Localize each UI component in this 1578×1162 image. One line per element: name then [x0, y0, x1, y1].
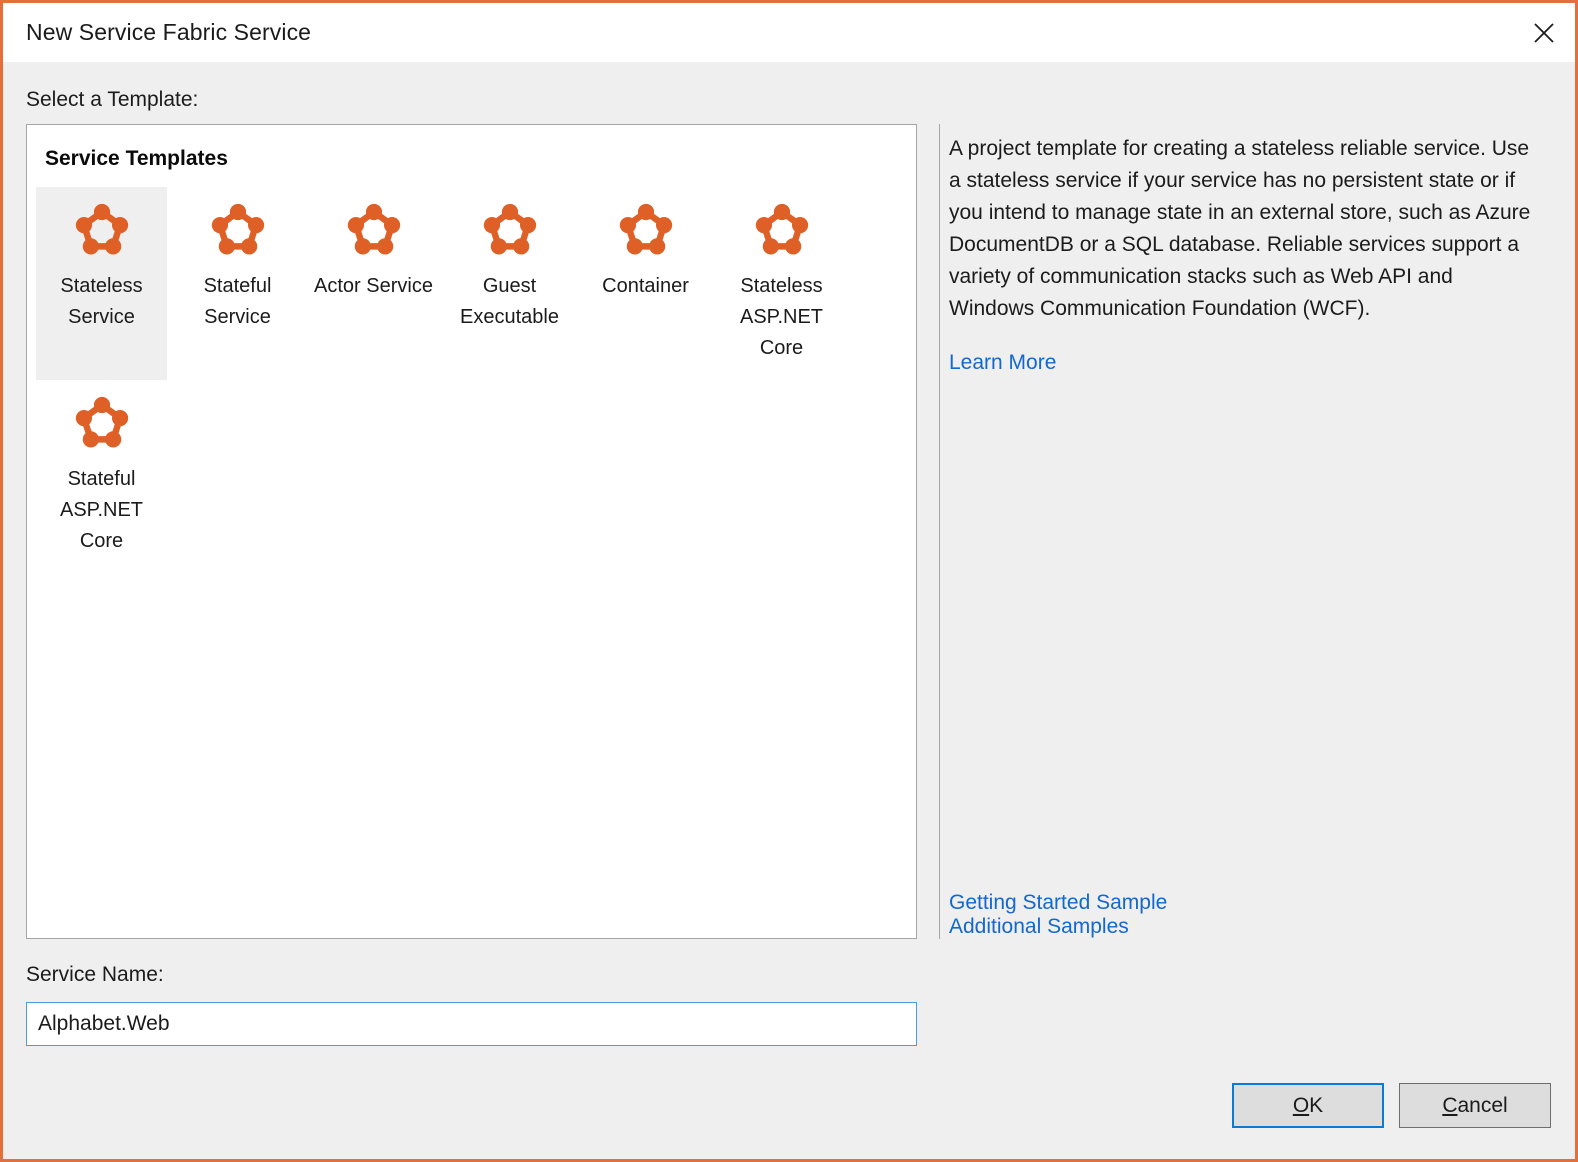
service-fabric-icon: [716, 199, 847, 261]
template-item-label: Stateful ASP.NET Core: [36, 464, 167, 557]
cancel-button[interactable]: Cancel: [1399, 1083, 1551, 1128]
template-item-label: Container: [580, 271, 711, 302]
cancel-button-mnemonic: C: [1442, 1094, 1457, 1118]
sample-links: Getting Started Sample Additional Sample…: [949, 891, 1167, 939]
template-item-label: Stateless ASP.NET Core: [716, 271, 847, 364]
service-templates-heading: Service Templates: [45, 147, 228, 171]
template-item-stateful-asp-net-core[interactable]: Stateful ASP.NET Core: [36, 380, 167, 571]
service-templates-panel: Service Templates Stateless ServiceState…: [26, 124, 917, 939]
service-templates-grid: Stateless ServiceStateful ServiceActor S…: [36, 187, 914, 936]
template-item-stateless-asp-net-core[interactable]: Stateless ASP.NET Core: [716, 187, 847, 378]
service-fabric-icon: [444, 199, 575, 261]
service-name-input[interactable]: [26, 1002, 917, 1046]
dialog-body: Select a Template: Service Templates Sta…: [3, 62, 1575, 1159]
template-item-label: Stateless Service: [36, 271, 167, 333]
template-description-text: A project template for creating a statel…: [949, 124, 1534, 325]
dialog-footer: OK Cancel: [1232, 1083, 1551, 1128]
cancel-button-label: ancel: [1457, 1094, 1507, 1118]
service-fabric-icon: [172, 199, 303, 261]
ok-button[interactable]: OK: [1232, 1083, 1384, 1128]
title-bar: New Service Fabric Service: [3, 3, 1575, 62]
select-template-label: Select a Template:: [26, 88, 198, 112]
template-item-label: Actor Service: [308, 271, 439, 302]
template-item-container[interactable]: Container: [580, 187, 711, 316]
template-item-label: Guest Executable: [444, 271, 575, 333]
service-name-label: Service Name:: [26, 963, 164, 987]
template-item-stateful-service[interactable]: Stateful Service: [172, 187, 303, 347]
ok-button-label: K: [1309, 1094, 1323, 1118]
getting-started-sample-link[interactable]: Getting Started Sample: [949, 891, 1167, 915]
service-fabric-icon: [308, 199, 439, 261]
template-description-pane: A project template for creating a statel…: [949, 124, 1534, 939]
ok-button-mnemonic: O: [1293, 1094, 1309, 1118]
additional-samples-link[interactable]: Additional Samples: [949, 915, 1167, 939]
template-item-guest-executable[interactable]: Guest Executable: [444, 187, 575, 347]
window-title: New Service Fabric Service: [26, 19, 311, 46]
panel-separator: [939, 124, 940, 939]
learn-more-link[interactable]: Learn More: [949, 351, 1056, 375]
service-fabric-icon: [580, 199, 711, 261]
service-fabric-icon: [36, 392, 167, 454]
template-item-actor-service[interactable]: Actor Service: [308, 187, 439, 316]
new-service-fabric-service-dialog: New Service Fabric Service Select a Temp…: [0, 0, 1578, 1162]
template-item-stateless-service[interactable]: Stateless Service: [36, 187, 167, 380]
close-icon[interactable]: [1513, 3, 1575, 62]
service-fabric-icon: [36, 199, 167, 261]
template-item-label: Stateful Service: [172, 271, 303, 333]
